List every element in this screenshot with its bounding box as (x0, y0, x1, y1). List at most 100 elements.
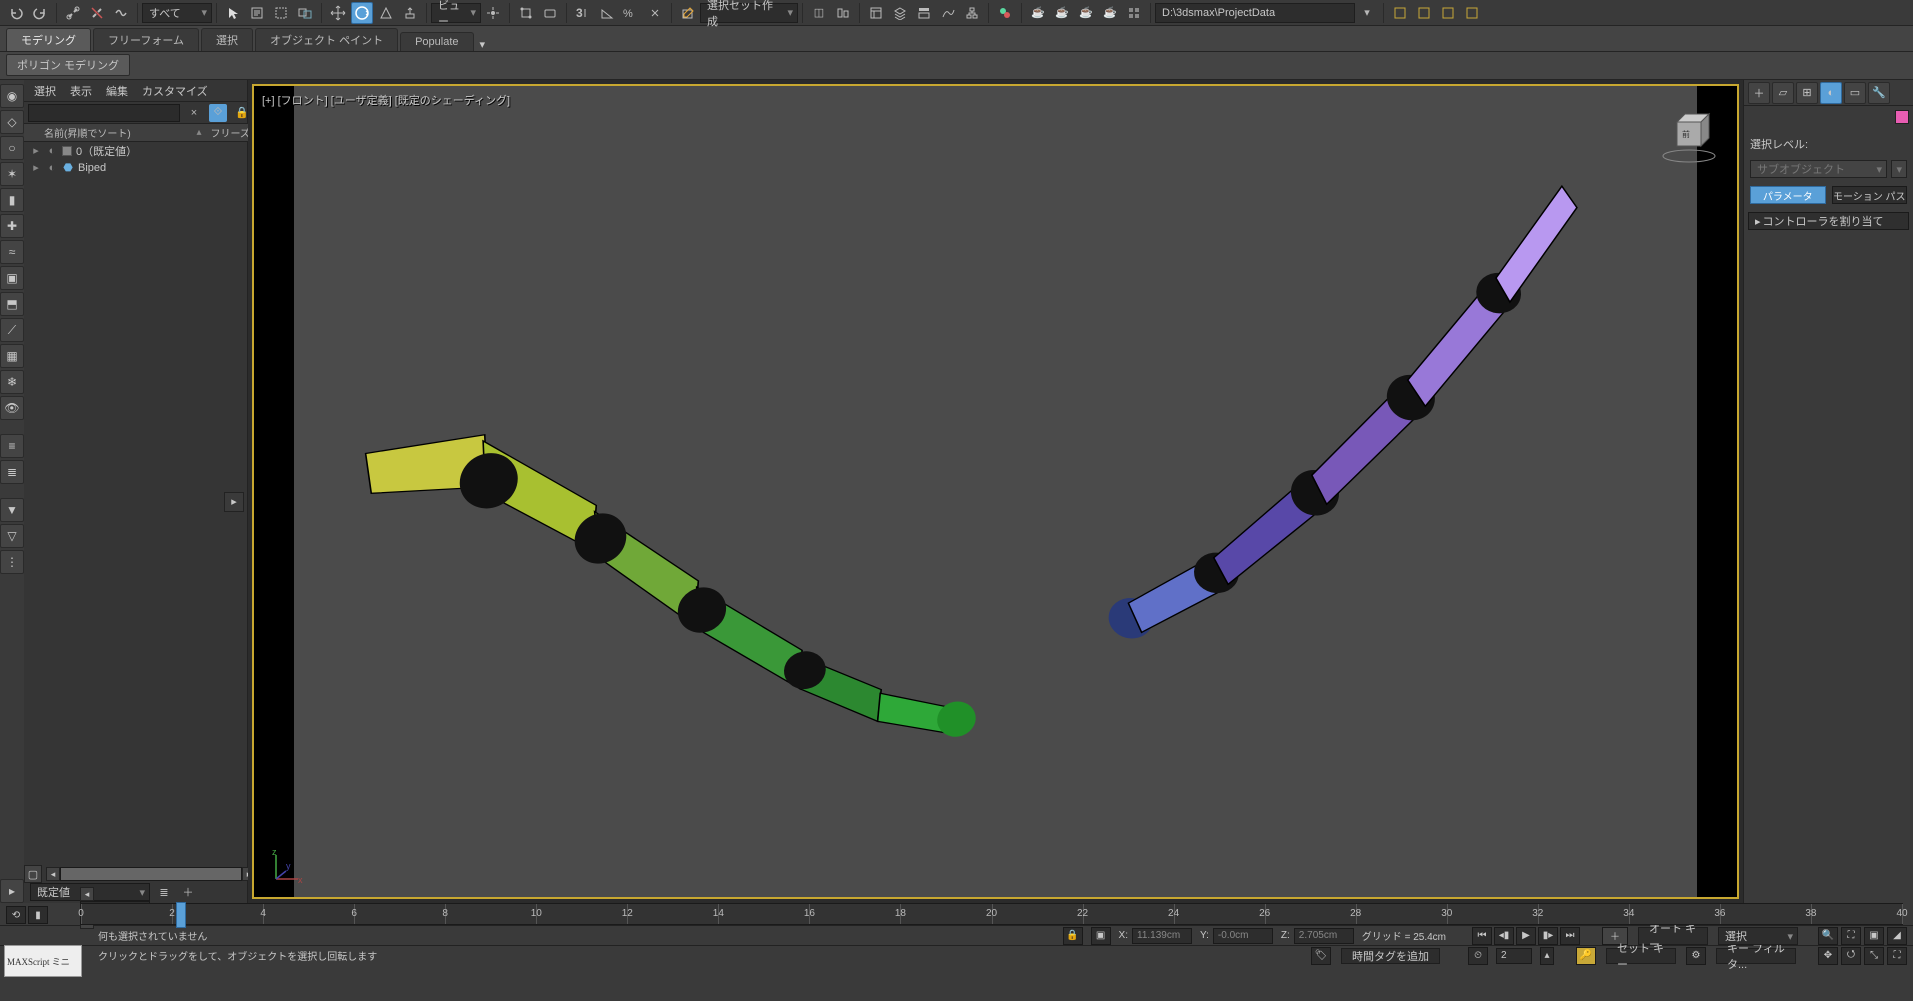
expand-strip-icon[interactable]: ▸ (0, 879, 24, 903)
ribbon-tab-selection[interactable]: 選択 (201, 28, 253, 51)
hscroll-left-icon[interactable]: ◂ (46, 867, 60, 881)
sel-filter-2-icon[interactable]: ▽ (0, 524, 24, 548)
coord-x-input[interactable] (1132, 928, 1192, 944)
key-mode-dropdown[interactable]: 選択 (1718, 927, 1798, 945)
filter-geometry-icon[interactable]: ◇ (0, 110, 24, 134)
bind-spacewarp-icon[interactable] (110, 2, 132, 24)
display-toggle-2-icon[interactable]: ≣ (0, 460, 24, 484)
tab-utilities-icon[interactable]: 🔧 (1868, 82, 1890, 104)
named-selection-set-dropdown[interactable]: 選択セット作成 (700, 3, 798, 23)
key-filters-icon[interactable]: ⚙ (1686, 947, 1706, 965)
filter-all-icon[interactable]: ◉ (0, 84, 24, 108)
filter-helpers-icon[interactable]: ✚ (0, 214, 24, 238)
workspace-icon-2[interactable] (1413, 2, 1435, 24)
se-menu-customize[interactable]: カスタマイズ (136, 81, 214, 101)
select-object-icon[interactable] (222, 2, 244, 24)
workspace-icon-3[interactable] (1437, 2, 1459, 24)
viewcube[interactable]: 前 (1659, 106, 1719, 166)
zoom-icon[interactable]: 🔍 (1818, 927, 1838, 945)
redo-icon[interactable] (29, 2, 51, 24)
refcoord-dropdown[interactable]: ビュー (431, 3, 481, 23)
time-handle[interactable] (176, 902, 186, 928)
sel-filter-3-icon[interactable]: ⋮ (0, 550, 24, 574)
key-toggle-icon[interactable]: 🔑 (1576, 947, 1596, 965)
play-icon[interactable]: ▶ (1516, 927, 1536, 945)
tab-modify-icon[interactable]: ▱ (1772, 82, 1794, 104)
render-iter-icon[interactable]: ☕ (1099, 2, 1121, 24)
tree-row-biped[interactable]: ▸ ◐ ⬣ Biped (24, 159, 256, 176)
layer-manager-icon[interactable]: ≣ (155, 883, 173, 901)
expand-icon[interactable]: ▸ (30, 161, 42, 174)
filter-spacewarp-icon[interactable]: ≈ (0, 240, 24, 264)
project-browse-icon[interactable]: ▾ (1356, 2, 1378, 24)
snap-toggle-icon[interactable]: 3 (572, 2, 594, 24)
time-slider-step-icon[interactable]: ▮ (28, 906, 48, 924)
render-prod-icon[interactable]: ☕ (1075, 2, 1097, 24)
workspace-icon-4[interactable] (1461, 2, 1483, 24)
isolate-icon[interactable]: ▣ (1091, 927, 1111, 945)
scene-explorer-icon[interactable] (865, 2, 887, 24)
viewport-front[interactable]: [+] [フロント] [ユーザ定義] [既定のシェーディング] (252, 84, 1739, 899)
tab-create-icon[interactable]: ＋ (1748, 82, 1770, 104)
filter-bone-icon[interactable]: ⟋ (0, 318, 24, 342)
column-name[interactable]: 名前(昇順でソート) (38, 125, 197, 140)
unlink-icon[interactable] (86, 2, 108, 24)
visibility-icon[interactable]: ◐ (46, 162, 58, 174)
prev-frame-icon[interactable]: ◂▮ (1494, 927, 1514, 945)
time-ruler[interactable]: 0246810121416182022242628303234363840 (80, 903, 1903, 925)
key-filter-button[interactable]: キー フィルタ... (1716, 948, 1796, 964)
motion-path-button[interactable]: モーション パス (1832, 186, 1908, 204)
select-region-icon[interactable] (270, 2, 292, 24)
filter-xref-icon[interactable]: ⬒ (0, 292, 24, 316)
render-active-icon[interactable] (1123, 2, 1145, 24)
selection-filter-dropdown[interactable]: すべて (142, 3, 212, 23)
ribbon-sub-polygon[interactable]: ポリゴン モデリング (6, 54, 130, 76)
maximize-vp-icon[interactable]: ⛶ (1887, 947, 1907, 965)
workspace-icon-1[interactable] (1389, 2, 1411, 24)
angle-snap-icon[interactable] (596, 2, 618, 24)
tree-row-layer-default[interactable]: ▸ ◐ 0（既定値） (24, 142, 256, 159)
ribbon-tab-freeform[interactable]: フリーフォーム (93, 28, 199, 51)
frame-spinner[interactable] (1496, 948, 1532, 964)
align-icon[interactable] (832, 2, 854, 24)
maxscript-mini-listener[interactable]: MAXScript ミニ (4, 945, 82, 977)
curve-editor-icon[interactable] (937, 2, 959, 24)
parameters-button[interactable]: パラメータ (1750, 186, 1826, 204)
display-toggle-1-icon[interactable]: ≡ (0, 434, 24, 458)
visibility-icon[interactable]: ◐ (46, 145, 58, 157)
goto-start-icon[interactable]: ⏮ (1472, 927, 1492, 945)
new-layer-icon[interactable]: ＋ (179, 883, 197, 901)
orbit-icon[interactable]: ⭯ (1841, 947, 1861, 965)
time-slider-mode-icon[interactable]: ⟲ (6, 906, 26, 924)
percent-snap-icon[interactable]: % (620, 2, 642, 24)
project-path-input[interactable] (1155, 3, 1355, 23)
search-clear-icon[interactable]: × (185, 104, 203, 122)
mirror-icon[interactable]: ◫ (808, 2, 830, 24)
filter-frozen-icon[interactable]: ❄ (0, 370, 24, 394)
move-icon[interactable] (327, 2, 349, 24)
layer-explorer-icon[interactable] (889, 2, 911, 24)
use-pivot-icon[interactable] (482, 2, 504, 24)
coord-y-input[interactable] (1213, 928, 1273, 944)
ribbon-tab-objectpaint[interactable]: オブジェクト ペイント (255, 28, 398, 51)
zoom-extents-icon[interactable]: ▣ (1864, 927, 1884, 945)
placement-icon[interactable] (399, 2, 421, 24)
manipulate-icon[interactable] (515, 2, 537, 24)
material-editor-icon[interactable] (994, 2, 1016, 24)
filter-shapes-icon[interactable]: ○ (0, 136, 24, 160)
zoom-all-icon[interactable]: ⛶ (1841, 927, 1861, 945)
filter-groups-icon[interactable]: ▣ (0, 266, 24, 290)
filter-hidden-icon[interactable]: 👁 (0, 396, 24, 420)
setkey-button[interactable]: セット キー (1606, 948, 1676, 964)
frame-prev-icon[interactable]: ◂ (80, 887, 94, 901)
coord-z-input[interactable] (1294, 928, 1354, 944)
hscroll-track[interactable] (60, 867, 242, 881)
expand-icon[interactable]: ▸ (30, 144, 42, 157)
toggle-ribbon-icon[interactable] (913, 2, 935, 24)
render-setup-icon[interactable]: ☕ (1027, 2, 1049, 24)
lock-selection-icon[interactable]: 🔒 (1063, 927, 1083, 945)
edit-named-sel-icon[interactable] (677, 2, 699, 24)
window-crossing-icon[interactable] (294, 2, 316, 24)
schematic-view-icon[interactable] (961, 2, 983, 24)
ribbon-toggle-icon[interactable]: ▾ (480, 38, 486, 51)
